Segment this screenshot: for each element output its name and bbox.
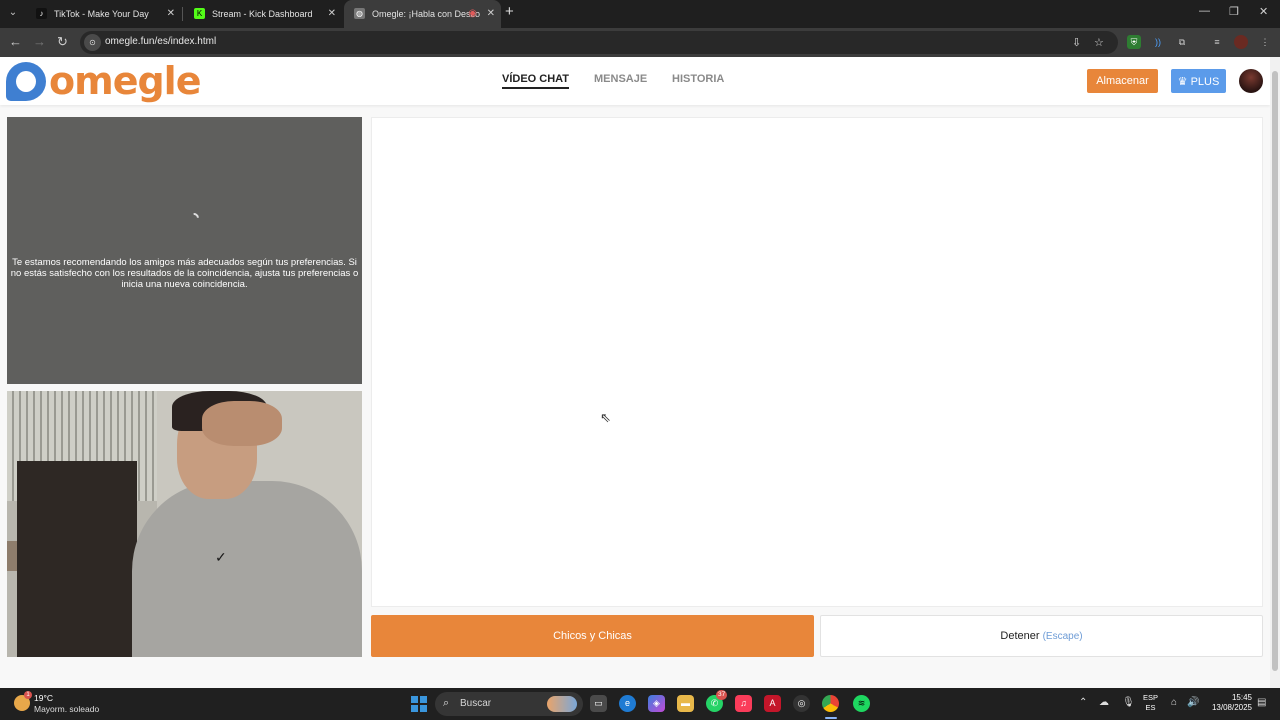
close-icon[interactable]: ✕: [328, 2, 336, 26]
stop-shortcut-hint: (Escape): [1042, 631, 1083, 642]
copilot-icon[interactable]: ◈: [648, 695, 665, 712]
clock-time: 15:45: [1231, 693, 1252, 702]
chrome-icon[interactable]: [822, 695, 839, 712]
weather-temperature[interactable]: 19°C: [34, 693, 53, 703]
tiktok-icon: ♪: [36, 8, 47, 19]
plus-label: PLUS: [1190, 75, 1220, 88]
browser-tabstrip: ⌄ ♪ TikTok - Make Your Day ✕ K Stream - …: [0, 0, 1280, 28]
kick-icon: K: [194, 8, 205, 19]
recording-icon: ◉: [468, 8, 477, 19]
window-close-icon[interactable]: ✕: [1259, 5, 1268, 18]
system-clock[interactable]: 15:45 13/08/2025: [1206, 693, 1252, 713]
crown-icon: ♛: [1177, 75, 1188, 88]
new-tab-button[interactable]: +: [505, 3, 514, 20]
background-chair: [17, 461, 137, 657]
user-avatar[interactable]: [1239, 69, 1263, 93]
bookmark-star-icon[interactable]: ☆: [1094, 36, 1104, 49]
file-explorer-icon[interactable]: ▬: [677, 695, 694, 712]
store-button[interactable]: Almacenar: [1087, 69, 1158, 93]
tab-title: Omegle: ¡Habla con Desco: [372, 9, 481, 19]
extension-shield-icon[interactable]: ⛨: [1127, 35, 1141, 49]
browser-menu-icon[interactable]: ⋮: [1258, 35, 1272, 49]
stop-button[interactable]: Detener (Escape): [820, 615, 1263, 657]
start-match-button[interactable]: Chicos y Chicas: [371, 615, 814, 657]
network-icon[interactable]: ⌂: [1171, 697, 1177, 708]
local-camera-preview: ✓: [7, 391, 362, 657]
site-info-icon[interactable]: ⊙: [84, 34, 101, 51]
globe-icon: ◍: [354, 8, 365, 19]
language-code: ESP: [1143, 693, 1159, 702]
task-view-icon[interactable]: ▭: [590, 695, 607, 712]
matching-message: Te estamos recomendando los amigos más a…: [10, 257, 359, 290]
input-language[interactable]: ESP ES: [1143, 693, 1158, 713]
notifications-icon[interactable]: ▤: [1257, 697, 1266, 708]
minimize-icon[interactable]: —: [1199, 5, 1210, 17]
install-icon[interactable]: ⇩: [1072, 36, 1081, 49]
restore-icon[interactable]: ❐: [1229, 5, 1239, 18]
mouse-cursor-icon: ⇖: [600, 410, 611, 425]
tab-omegle[interactable]: ◍ Omegle: ¡Habla con Desco ◉ ✕: [344, 0, 501, 28]
music-icon[interactable]: ♫: [735, 695, 752, 712]
plus-button[interactable]: ♛ PLUS: [1171, 69, 1226, 93]
windows-start-icon[interactable]: [411, 696, 427, 712]
tab-divider: [182, 7, 183, 21]
stop-label: Detener: [1000, 630, 1040, 642]
edge-icon[interactable]: e: [619, 695, 636, 712]
media-control-icon[interactable]: ≡: [1210, 35, 1224, 49]
close-icon[interactable]: ✕: [167, 2, 175, 26]
nav-video-chat[interactable]: VÍDEO CHAT: [502, 73, 570, 89]
tab-kick[interactable]: K Stream - Kick Dashboard ✕: [184, 2, 342, 26]
extension-audio-icon[interactable]: )): [1151, 35, 1165, 49]
spotify-icon[interactable]: ≋: [853, 695, 870, 712]
back-icon[interactable]: ←: [9, 34, 22, 49]
pdf-reader-icon[interactable]: A: [764, 695, 781, 712]
search-highlight-icon: [547, 696, 577, 712]
site-header: omegle VÍDEO CHAT MENSAJE HISTORIA Almac…: [0, 57, 1270, 105]
tab-search-icon[interactable]: ⌄: [4, 4, 22, 22]
extensions-puzzle-icon[interactable]: ⧉: [1175, 35, 1189, 49]
person-hoodie: [132, 481, 362, 657]
chrome-active-indicator: [825, 717, 837, 719]
search-label: Buscar: [460, 698, 492, 709]
close-icon[interactable]: ✕: [487, 0, 495, 28]
person-hand: [202, 401, 282, 446]
tab-title: Stream - Kick Dashboard: [212, 9, 313, 19]
microphone-icon[interactable]: 🎙: [1122, 697, 1135, 708]
nav-historia[interactable]: HISTORIA: [672, 73, 724, 85]
taskbar-search[interactable]: ⌕ Buscar: [435, 692, 583, 716]
scrollbar-thumb[interactable]: [1272, 71, 1278, 671]
hoodie-logo-icon: ✓: [215, 549, 227, 565]
page-scrollbar[interactable]: [1270, 57, 1280, 688]
url-text: omegle.fun/es/index.html: [105, 36, 217, 47]
weather-description[interactable]: Mayorm. soleado: [34, 704, 99, 714]
windows-taskbar: 1 19°C Mayorm. soleado ⌕ Buscar ▭ e ◈ ▬ …: [0, 688, 1280, 720]
chat-panel: [371, 117, 1263, 607]
remote-video-panel: Te estamos recomendando los amigos más a…: [7, 117, 362, 384]
forward-icon[interactable]: →: [33, 34, 46, 49]
tab-title: TikTok - Make Your Day: [54, 9, 149, 19]
browser-toolbar: ← → ↻ ⊙ omegle.fun/es/index.html ⇩ ☆ ⛨ )…: [0, 28, 1280, 57]
site-logo-text[interactable]: omegle: [49, 59, 201, 103]
profile-avatar-icon[interactable]: [1234, 35, 1248, 49]
volume-icon[interactable]: 🔊: [1187, 697, 1199, 708]
keyboard-layout: ES: [1145, 703, 1156, 712]
tray-overflow-icon[interactable]: ⌃: [1079, 697, 1087, 708]
onedrive-cloud-icon[interactable]: ☁: [1099, 697, 1109, 708]
obs-icon[interactable]: ◎: [793, 695, 810, 712]
loading-spinner-icon: [186, 210, 202, 226]
address-bar[interactable]: ⊙ omegle.fun/es/index.html ⇩ ☆: [80, 31, 1118, 54]
reload-icon[interactable]: ↻: [57, 34, 68, 50]
tab-tiktok[interactable]: ♪ TikTok - Make Your Day ✕: [26, 2, 181, 26]
whatsapp-badge: 37: [716, 690, 728, 700]
web-page: omegle VÍDEO CHAT MENSAJE HISTORIA Almac…: [0, 57, 1270, 688]
weather-badge: 1: [24, 691, 32, 699]
nav-mensaje[interactable]: MENSAJE: [594, 73, 647, 85]
clock-date: 13/08/2025: [1211, 703, 1252, 712]
omegle-logo-icon[interactable]: [6, 62, 46, 101]
search-icon: ⌕: [443, 697, 450, 709]
